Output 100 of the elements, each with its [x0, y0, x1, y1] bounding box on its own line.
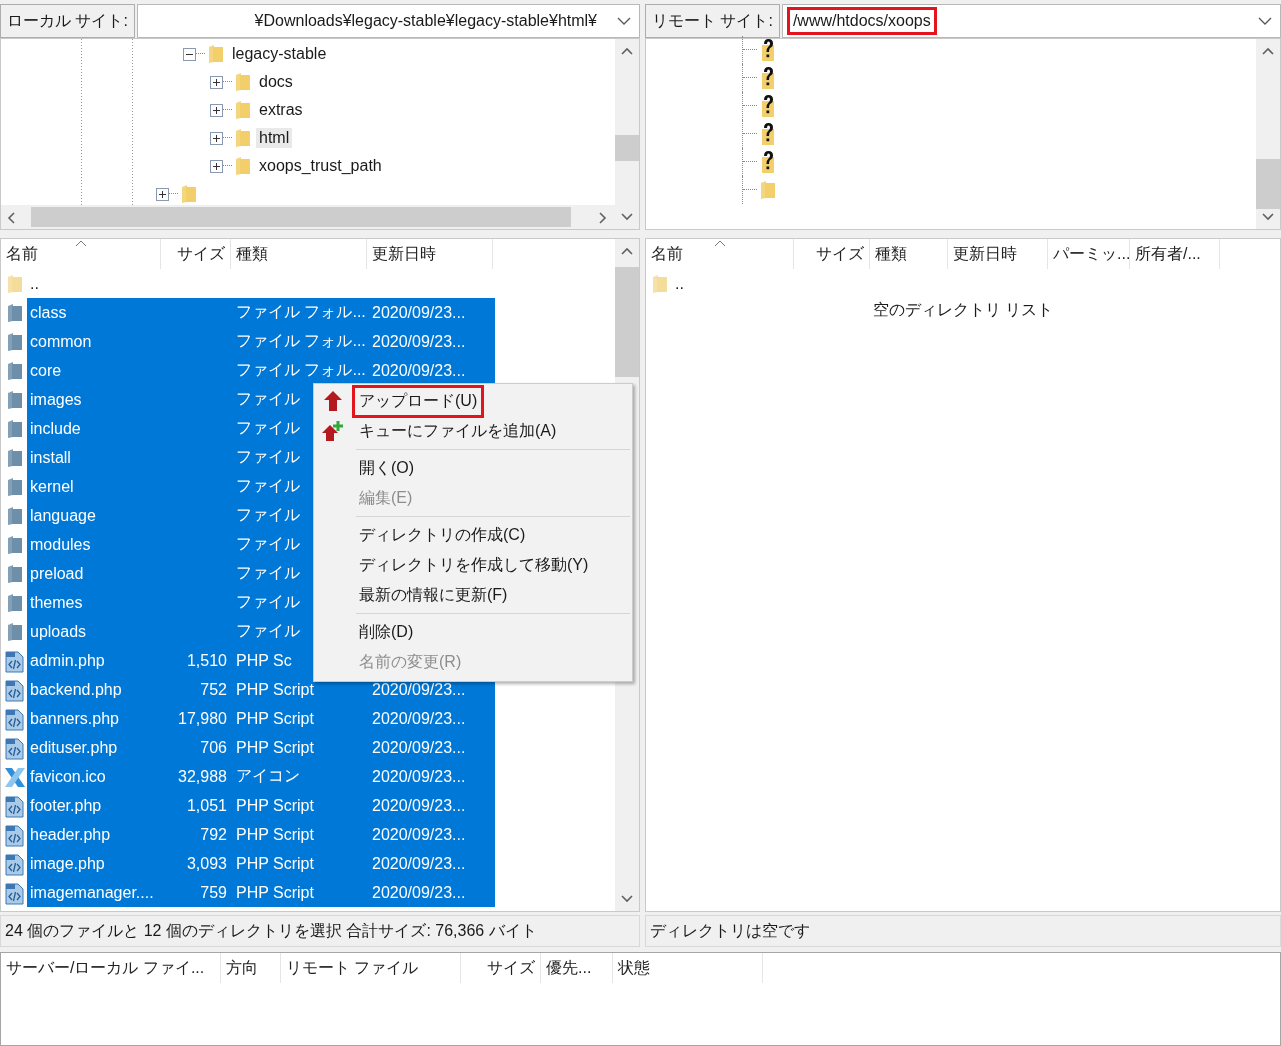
file-name[interactable]: .. [675, 274, 684, 292]
column-header[interactable]: 方向 [221, 953, 281, 983]
table-cell: PHP Script [236, 825, 314, 843]
table-cell: PHP Script [236, 709, 314, 727]
expand-icon[interactable] [210, 75, 223, 89]
row-highlight[interactable]: common ファイル フォル... 2020/09/23... [27, 327, 495, 356]
expand-icon[interactable] [210, 131, 223, 145]
column-header[interactable]: 名前 [646, 239, 794, 269]
column-header[interactable]: 更新日時 [367, 239, 493, 269]
file-name[interactable]: kernel [30, 477, 74, 495]
path-text: ¥Downloads¥legacy-stable¥legacy-stable¥html¥ [253, 11, 598, 31]
file-name[interactable]: .. [30, 274, 39, 292]
file-name[interactable]: backend.php [30, 680, 122, 698]
file-name[interactable]: core [30, 361, 62, 379]
column-header[interactable]: 状態 [613, 953, 763, 983]
folder-icon [6, 621, 24, 642]
table-cell: PHP Script [236, 738, 314, 756]
column-header[interactable]: 種類 [870, 239, 948, 269]
row-highlight[interactable]: class ファイル フォル... 2020/09/23... [27, 298, 495, 327]
file-name[interactable]: modules [30, 535, 91, 553]
dropdown-icon[interactable] [1258, 16, 1272, 26]
file-name[interactable]: include [30, 419, 81, 437]
column-header[interactable]: 名前 [1, 239, 161, 269]
row-highlight[interactable]: core ファイル フォル... 2020/09/23... [27, 356, 495, 385]
scrollbar-thumb[interactable] [31, 207, 571, 227]
file-name[interactable]: uploads [30, 622, 87, 640]
column-header[interactable]: 更新日時 [948, 239, 1048, 269]
file-name[interactable]: image.php [30, 854, 105, 872]
php-file-icon [4, 793, 26, 818]
folder-icon [6, 505, 24, 526]
expand-icon[interactable] [210, 103, 223, 117]
folder-icon [6, 389, 24, 410]
column-header[interactable]: 所有者/... [1130, 239, 1220, 269]
tree-item[interactable]: legacy-stable [229, 44, 330, 64]
table-cell: ファイル [236, 506, 300, 523]
column-header[interactable]: サイズ [161, 239, 231, 269]
row-highlight[interactable]: edituser.php 706 PHP Script 2020/09/23... [27, 733, 495, 762]
file-name[interactable]: install [30, 448, 71, 466]
tree-item[interactable]: docs [256, 72, 296, 92]
empty-message: 空のディレクトリ リスト [871, 300, 1055, 320]
table-cell: PHP Sc [236, 651, 292, 669]
file-name[interactable]: language [30, 506, 96, 524]
collapse-icon[interactable] [183, 47, 196, 61]
table-cell: 2020/09/23... [372, 332, 466, 350]
column-header[interactable]: パーミッ... [1048, 239, 1130, 269]
row-highlight[interactable]: footer.php 1,051 PHP Script 2020/09/23... [27, 791, 495, 820]
folder-icon [6, 592, 24, 613]
column-header[interactable]: サイズ [794, 239, 870, 269]
file-name[interactable]: header.php [30, 825, 111, 843]
table-cell: 2020/09/23... [372, 738, 466, 756]
tree-item[interactable]: html [256, 128, 293, 148]
file-name[interactable]: preload [30, 564, 84, 582]
table-cell: 2020/09/23... [372, 796, 466, 814]
tree-item[interactable]: xoops_trust_path [256, 156, 385, 176]
file-name[interactable]: themes [30, 593, 83, 611]
php-file-icon [4, 648, 26, 673]
file-name[interactable]: banners.php [30, 709, 119, 727]
row-highlight[interactable]: favicon.ico 32,988 アイコン 2020/09/23... [27, 762, 495, 791]
path-text: /www/htdocs/xoops [786, 7, 937, 35]
expand-icon[interactable] [210, 159, 223, 173]
file-name[interactable]: footer.php [30, 796, 102, 814]
file-name[interactable]: images [30, 390, 82, 408]
scrollbar-thumb[interactable] [1256, 159, 1280, 209]
sort-caret-icon [713, 240, 726, 247]
row-highlight[interactable]: imagemanager.... 759 PHP Script 2020/09/23... [27, 878, 495, 907]
column-header[interactable]: 優先... [541, 953, 613, 983]
sort-caret-icon [74, 240, 87, 247]
table-cell: ファイル [236, 390, 300, 407]
column-header[interactable]: 種類 [231, 239, 367, 269]
table-cell: 792 [200, 825, 227, 843]
file-name[interactable]: admin.php [30, 651, 105, 669]
row-highlight[interactable]: banners.php 17,980 PHP Script 2020/09/23... [27, 704, 495, 733]
table-cell: ファイル [236, 564, 300, 581]
path-field[interactable]: ¥Downloads¥legacy-stable¥legacy-stable¥html¥ [136, 4, 640, 38]
scrollbar-thumb[interactable] [615, 267, 639, 377]
file-name[interactable]: common [30, 332, 92, 350]
unknown-folder-icon [759, 149, 777, 175]
menu-item[interactable]: アップロード(U) [352, 384, 485, 418]
php-file-icon [4, 735, 26, 760]
row-highlight[interactable]: header.php 792 PHP Script 2020/09/23... [27, 820, 495, 849]
expand-icon[interactable] [156, 187, 169, 201]
table-cell: 2020/09/23... [372, 361, 466, 379]
dropdown-icon[interactable] [617, 16, 631, 26]
table-cell: ファイル [236, 535, 300, 552]
scrollbar-thumb[interactable] [615, 135, 639, 161]
table-cell: ファイル フォル... [236, 303, 366, 320]
column-header[interactable]: サーバー/ローカル ファイ... [1, 953, 221, 983]
file-name[interactable]: edituser.php [30, 738, 118, 756]
file-name[interactable]: class [30, 303, 67, 321]
site-label: ローカル サイト: [0, 4, 135, 38]
column-header[interactable]: リモート ファイル [281, 953, 461, 983]
path-field[interactable]: /www/htdocs/xoops [781, 4, 1281, 38]
file-name[interactable]: favicon.ico [30, 767, 106, 785]
table-cell: ファイル [236, 448, 300, 465]
tree-item[interactable]: extras [256, 100, 306, 120]
file-name[interactable]: imagemanager.... [30, 883, 154, 901]
folder-icon [180, 184, 198, 204]
status-text: ディレクトリは空です [645, 915, 1281, 947]
column-header[interactable]: サイズ [461, 953, 541, 983]
row-highlight[interactable]: image.php 3,093 PHP Script 2020/09/23... [27, 849, 495, 878]
